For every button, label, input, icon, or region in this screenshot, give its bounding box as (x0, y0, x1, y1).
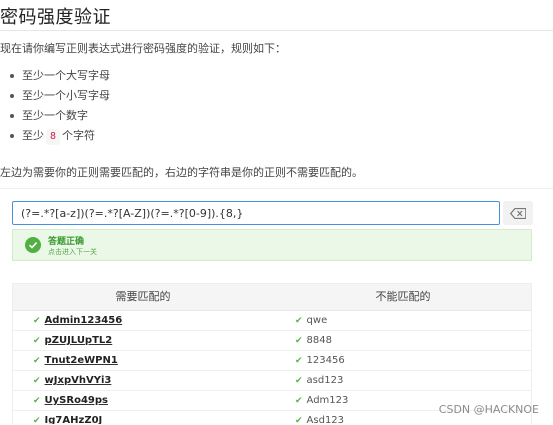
rule-prefix: 至少 (22, 129, 44, 142)
check-icon: ✔ (295, 336, 303, 346)
instruction-note: 左边为需要你的正则需要匹配的，右边的字符串是你的正则不需要匹配的。 (0, 166, 363, 179)
check-icon: ✔ (295, 356, 303, 366)
watermark: CSDN @HACKNOE (438, 403, 539, 416)
nomatch-value: Adm123 (306, 395, 349, 406)
check-icon: ✔ (33, 416, 41, 424)
match-value: Tnut2eWPN1 (44, 355, 118, 366)
check-icon: ✔ (33, 396, 41, 406)
match-value: UySRo49ps (44, 395, 108, 406)
table-row: ✔ Admin123456 ✔ qwe (13, 311, 531, 331)
rules-list: 至少一个大写字母 至少一个小写字母 至少一个数字 至少 8 个字符 (10, 68, 110, 148)
page-title: 密码强度验证 (0, 7, 111, 28)
intro-text: 现在请你编写正则表达式进行密码强度的验证，规则如下： (0, 42, 286, 55)
rule-item: 至少一个大写字母 (10, 68, 110, 88)
rule-suffix: 个字符 (62, 129, 96, 142)
check-circle-icon (25, 237, 41, 253)
title-divider (0, 30, 553, 31)
match-value: pZUJLUpTL2 (44, 335, 113, 346)
length-badge: 8 (46, 129, 61, 145)
check-icon: ✔ (33, 356, 41, 366)
table-row: ✔ wJxpVhVYi3 ✔ asd123 (13, 371, 531, 391)
nomatch-value: 8848 (306, 335, 332, 346)
table-header: 需要匹配的 不能匹配的 (13, 284, 531, 311)
header-match: 需要匹配的 (115, 290, 171, 303)
next-level-link[interactable]: 点击进入下一关 (48, 247, 97, 257)
nomatch-value: Asd123 (306, 415, 345, 424)
check-icon: ✔ (33, 316, 41, 326)
check-icon: ✔ (295, 396, 303, 406)
match-value: Admin123456 (44, 315, 123, 326)
check-icon: ✔ (295, 416, 303, 424)
check-icon: ✔ (295, 376, 303, 386)
result-box[interactable]: 答题正确 点击进入下一关 (12, 229, 532, 261)
match-value: Ig7AHzZ0J (44, 415, 103, 424)
result-title: 答题正确 (48, 237, 85, 247)
table-row: ✔ Tnut2eWPN1 ✔ 123456 (13, 351, 531, 371)
check-icon: ✔ (33, 336, 41, 346)
rule-item: 至少一个小写字母 (10, 88, 110, 108)
regex-input[interactable] (12, 201, 500, 225)
rule-item: 至少一个数字 (10, 108, 110, 128)
nomatch-value: asd123 (306, 375, 344, 386)
check-icon: ✔ (33, 376, 41, 386)
rule-item-length: 至少 8 个字符 (10, 128, 110, 148)
nomatch-value: 123456 (306, 355, 345, 366)
header-nomatch: 不能匹配的 (375, 290, 431, 303)
table-row: ✔ pZUJLUpTL2 ✔ 8848 (13, 331, 531, 351)
backspace-icon (510, 207, 526, 219)
clear-button[interactable] (503, 201, 533, 225)
match-value: wJxpVhVYi3 (44, 375, 112, 386)
check-icon: ✔ (295, 316, 303, 326)
nomatch-value: qwe (306, 315, 328, 326)
